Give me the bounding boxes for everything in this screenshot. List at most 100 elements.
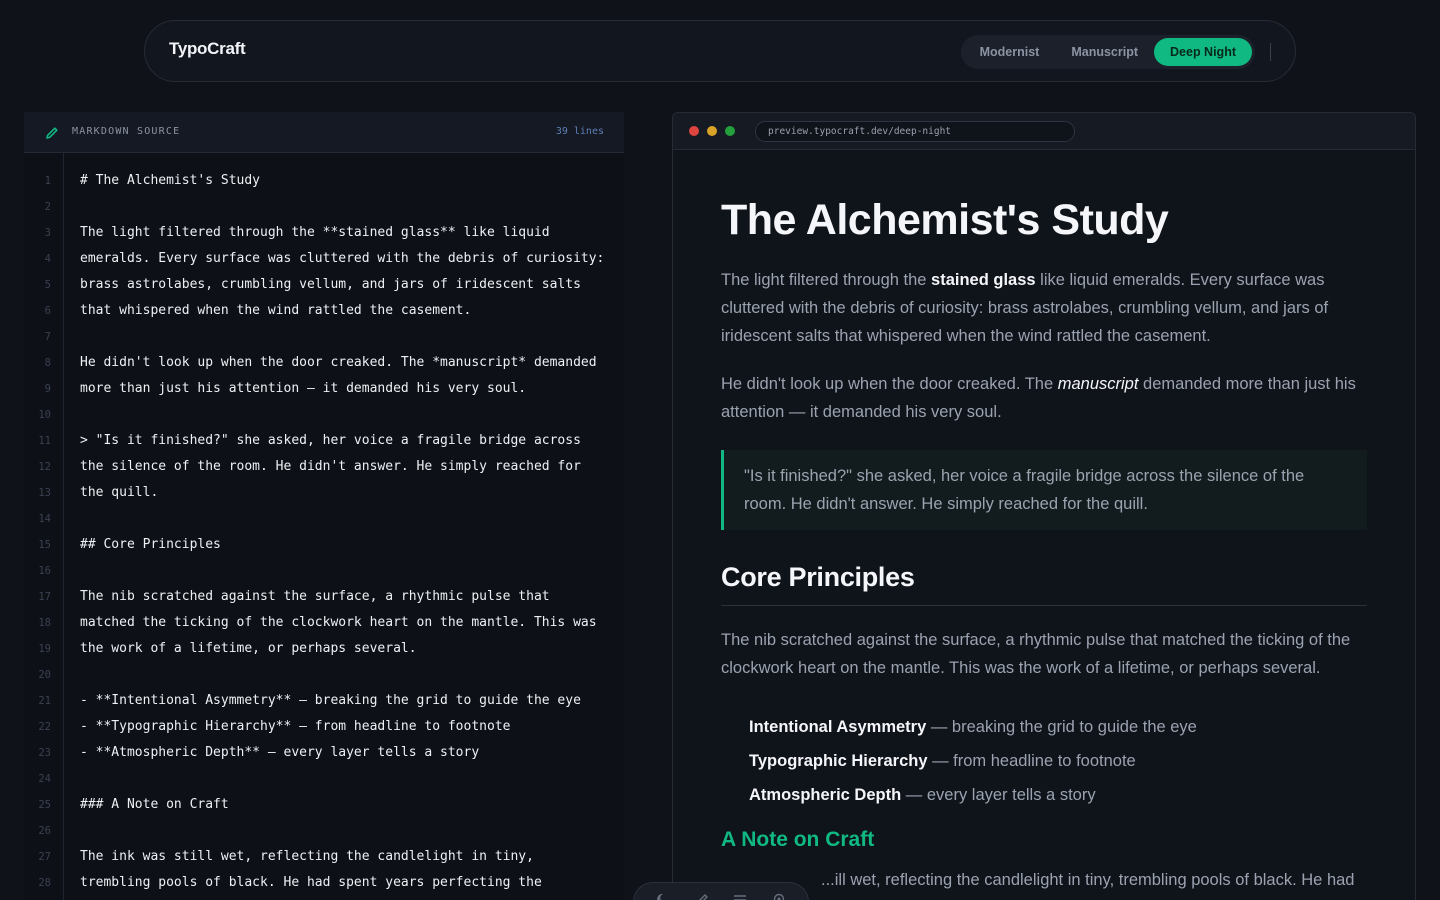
- line-text[interactable]: > "Is it finished?" she asked, her voice…: [80, 428, 581, 454]
- code-line[interactable]: 4 emeralds. Every surface was cluttered w…: [24, 246, 624, 272]
- code-line[interactable]: 8 He didn't look up when the door creaked…: [24, 350, 624, 376]
- code-line[interactable]: 16: [24, 558, 624, 584]
- principles-list: Intentional Asymmetry — breaking the gri…: [721, 710, 1367, 812]
- floating-toolbar: [633, 882, 809, 900]
- line-text[interactable]: that whispered when the wind rattled the…: [80, 298, 471, 324]
- code-line[interactable]: 9 more than just his attention — it deman…: [24, 376, 624, 402]
- line-number: 5: [44, 279, 51, 291]
- code-line[interactable]: 26: [24, 818, 624, 844]
- line-text[interactable]: the quill.: [80, 480, 158, 506]
- markdown-source-panel: MARKDOWN SOURCE 39 lines 1 # The Alchemis…: [24, 112, 624, 900]
- line-number: 8: [44, 357, 51, 369]
- code-line[interactable]: 10: [24, 402, 624, 428]
- brand-logo[interactable]: TypoCraft: [169, 39, 246, 59]
- markdown-editor[interactable]: 1 # The Alchemist's Study 2 3 The light filt…: [24, 168, 624, 896]
- line-number: 3: [44, 227, 51, 239]
- code-line[interactable]: 13 the quill.: [24, 480, 624, 506]
- code-line[interactable]: 17 The nib scratched against the surface,…: [24, 584, 624, 610]
- theme-switcher: Modernist Manuscript Deep Night: [960, 35, 1255, 69]
- line-number: 23: [38, 747, 51, 759]
- line-number: 24: [38, 773, 51, 785]
- line-text[interactable]: ### A Note on Craft: [80, 792, 229, 818]
- window-minimize-dot[interactable]: [707, 126, 717, 136]
- code-line[interactable]: 28 trembling pools of black. He had spent…: [24, 870, 624, 896]
- line-text[interactable]: The ink was still wet, reflecting the ca…: [80, 844, 534, 870]
- settings-icon[interactable]: [771, 891, 787, 900]
- theme-manuscript-button[interactable]: Manuscript: [1055, 38, 1154, 66]
- code-line[interactable]: 1 # The Alchemist's Study: [24, 168, 624, 194]
- line-text[interactable]: He didn't look up when the door creaked.…: [80, 350, 597, 376]
- line-number: 15: [38, 539, 51, 551]
- window-maximize-dot[interactable]: [725, 126, 735, 136]
- line-text[interactable]: # The Alchemist's Study: [80, 168, 260, 194]
- code-line[interactable]: 14: [24, 506, 624, 532]
- code-line[interactable]: 21 - **Intentional Asymmetry** — breaking…: [24, 688, 624, 714]
- line-text[interactable]: The nib scratched against the surface, a…: [80, 584, 550, 610]
- line-number: 22: [38, 721, 51, 733]
- line-text[interactable]: The light filtered through the **stained…: [80, 220, 550, 246]
- moon-icon[interactable]: [655, 891, 671, 900]
- line-text[interactable]: emeralds. Every surface was cluttered wi…: [80, 246, 604, 272]
- line-text[interactable]: ## Core Principles: [80, 532, 221, 558]
- code-line[interactable]: 15 ## Core Principles: [24, 532, 624, 558]
- preview-window: preview.typocraft.dev/deep-night The Alc…: [672, 112, 1416, 900]
- line-number: 28: [38, 877, 51, 889]
- code-line[interactable]: 3 The light filtered through the **staine…: [24, 220, 624, 246]
- line-number: 2: [44, 201, 51, 213]
- source-panel-header: MARKDOWN SOURCE 39 lines: [24, 112, 624, 153]
- theme-modernist-button[interactable]: Modernist: [964, 38, 1056, 66]
- line-number: 27: [38, 851, 51, 863]
- window-close-dot[interactable]: [689, 126, 699, 136]
- menu-icon[interactable]: [732, 891, 748, 900]
- line-number: 4: [44, 253, 51, 265]
- code-line[interactable]: 19 the work of a lifetime, or perhaps sev…: [24, 636, 624, 662]
- subsection-heading: A Note on Craft: [721, 828, 875, 851]
- source-panel-title: MARKDOWN SOURCE: [72, 126, 181, 137]
- article-title: The Alchemist's Study: [721, 196, 1169, 244]
- line-number: 17: [38, 591, 51, 603]
- code-line[interactable]: 12 the silence of the room. He didn't ans…: [24, 454, 624, 480]
- code-line[interactable]: 23 - **Atmospheric Depth** — every layer …: [24, 740, 624, 766]
- line-text[interactable]: brass astrolabes, crumbling vellum, and …: [80, 272, 581, 298]
- code-line[interactable]: 5 brass astrolabes, crumbling vellum, and…: [24, 272, 624, 298]
- preview-url-bar[interactable]: preview.typocraft.dev/deep-night: [755, 121, 1075, 142]
- line-number: 12: [38, 461, 51, 473]
- divider: [1270, 43, 1271, 61]
- code-line[interactable]: 6 that whispered when the wind rattled th…: [24, 298, 624, 324]
- paragraph: He didn't look up when the door creaked.…: [721, 375, 1356, 421]
- code-line[interactable]: 22 - **Typographic Hierarchy** — from hea…: [24, 714, 624, 740]
- line-text[interactable]: - **Atmospheric Depth** — every layer te…: [80, 740, 479, 766]
- top-navigation-bar: TypoCraft Modernist Manuscript Deep Nigh…: [144, 20, 1296, 82]
- line-text[interactable]: - **Typographic Hierarchy** — from headl…: [80, 714, 510, 740]
- line-text[interactable]: trembling pools of black. He had spent y…: [80, 870, 542, 896]
- line-number: 11: [38, 435, 51, 447]
- code-line[interactable]: 27 The ink was still wet, reflecting the …: [24, 844, 624, 870]
- line-text[interactable]: more than just his attention — it demand…: [80, 376, 526, 402]
- line-text[interactable]: the silence of the room. He didn't answe…: [80, 454, 581, 480]
- code-line[interactable]: 24: [24, 766, 624, 792]
- line-number: 9: [44, 383, 51, 395]
- blockquote: "Is it finished?" she asked, her voice a…: [721, 450, 1367, 530]
- preview-window-bar: preview.typocraft.dev/deep-night: [673, 113, 1415, 150]
- line-number: 18: [38, 617, 51, 629]
- line-number: 16: [38, 565, 51, 577]
- paragraph: The nib scratched against the surface, a…: [721, 631, 1351, 677]
- brush-icon[interactable]: [694, 891, 710, 900]
- code-line[interactable]: 7: [24, 324, 624, 350]
- paragraph: The light filtered through the stained g…: [721, 271, 1329, 345]
- section-heading: Core Principles: [721, 562, 1367, 606]
- line-number: 1: [44, 175, 51, 187]
- line-text[interactable]: the work of a lifetime, or perhaps sever…: [80, 636, 417, 662]
- code-line[interactable]: 18 matched the ticking of the clockwork h…: [24, 610, 624, 636]
- theme-deep-night-button[interactable]: Deep Night: [1154, 38, 1252, 66]
- line-number: 6: [44, 305, 51, 317]
- line-number: 26: [38, 825, 51, 837]
- code-line[interactable]: 2: [24, 194, 624, 220]
- line-number: 21: [38, 695, 51, 707]
- line-text[interactable]: - **Intentional Asymmetry** — breaking t…: [80, 688, 581, 714]
- line-text[interactable]: matched the ticking of the clockwork hea…: [80, 610, 597, 636]
- line-number: 10: [38, 409, 51, 421]
- code-line[interactable]: 25 ### A Note on Craft: [24, 792, 624, 818]
- code-line[interactable]: 20: [24, 662, 624, 688]
- code-line[interactable]: 11 > "Is it finished?" she asked, her voi…: [24, 428, 624, 454]
